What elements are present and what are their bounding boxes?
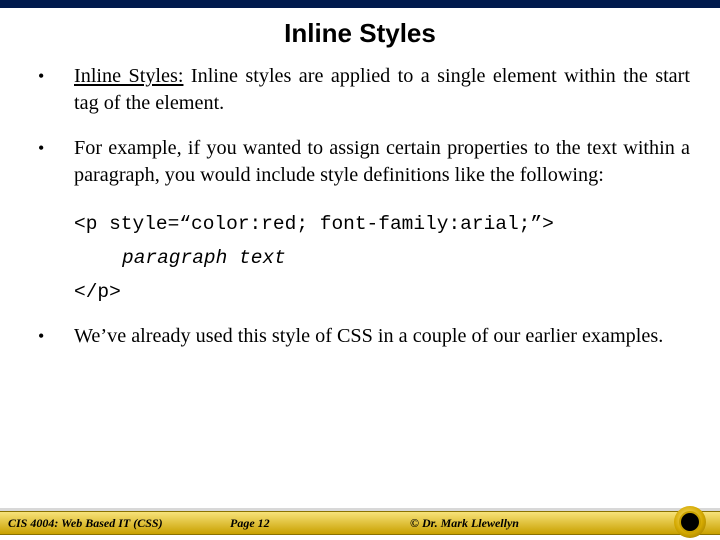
bullet-item: • For example, if you wanted to assign c… <box>38 135 690 189</box>
bullet-text: We’ve already used this style of CSS in … <box>74 323 690 350</box>
bullet-lead-underline: Inline Styles: <box>74 65 183 87</box>
code-example: <p style=“color:red; font-family:arial;”… <box>74 207 690 309</box>
slide-footer: CIS 4004: Web Based IT (CSS) Page 12 © D… <box>0 508 720 540</box>
bullet-text: Inline Styles: Inline styles are applied… <box>74 63 690 117</box>
top-accent-bar <box>0 0 720 8</box>
bullet-marker: • <box>38 135 74 189</box>
code-line: </p> <box>74 275 690 309</box>
footer-copyright: © Dr. Mark Llewellyn <box>380 516 519 531</box>
footer-page: Page 12 <box>230 516 380 531</box>
logo-inner <box>679 511 701 533</box>
footer-bar: CIS 4004: Web Based IT (CSS) Page 12 © D… <box>0 511 720 535</box>
code-line: <p style=“color:red; font-family:arial;”… <box>74 207 690 241</box>
footer-course: CIS 4004: Web Based IT (CSS) <box>0 516 230 531</box>
bullet-item: • We’ve already used this style of CSS i… <box>38 323 690 350</box>
bullet-text: For example, if you wanted to assign cer… <box>74 135 690 189</box>
bullet-marker: • <box>38 63 74 117</box>
code-line: paragraph text <box>74 241 690 275</box>
slide-title: Inline Styles <box>0 8 720 63</box>
bullet-item: • Inline Styles: Inline styles are appli… <box>38 63 690 117</box>
slide-content: • Inline Styles: Inline styles are appli… <box>0 63 720 350</box>
university-logo <box>674 506 706 538</box>
bullet-marker: • <box>38 323 74 350</box>
